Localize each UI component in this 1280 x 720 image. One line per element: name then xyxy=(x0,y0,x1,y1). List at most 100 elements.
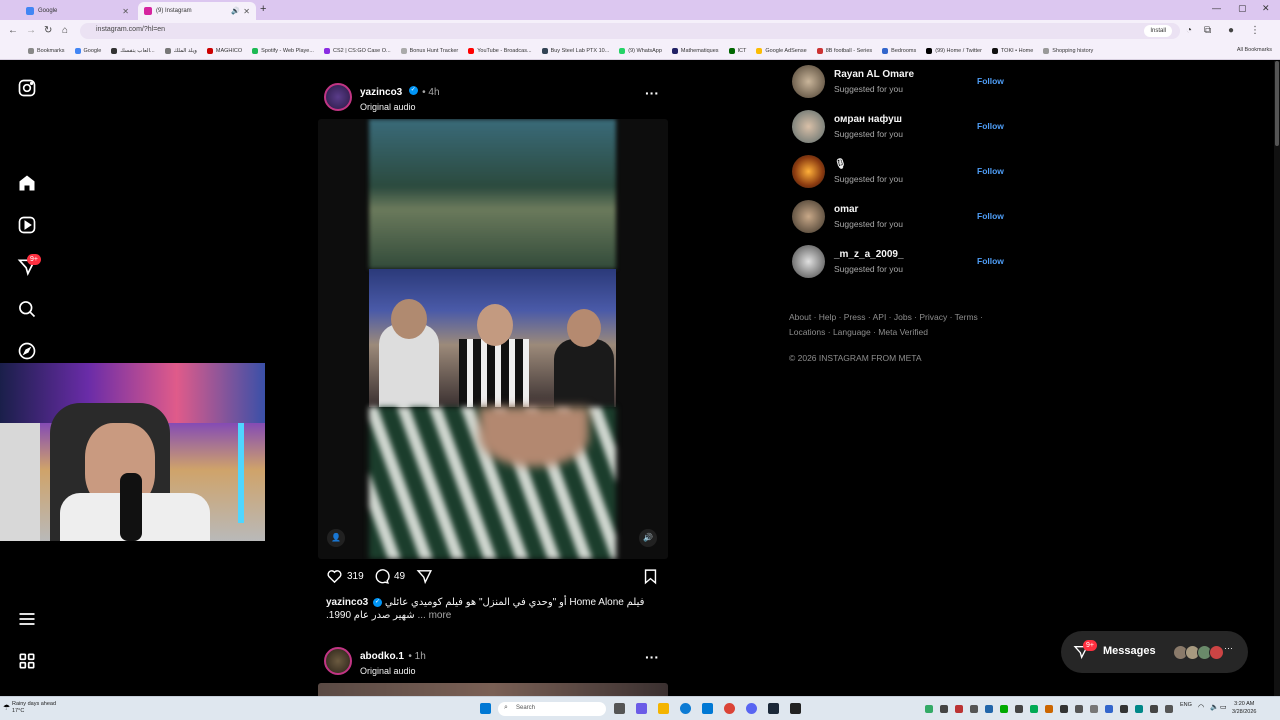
all-bookmarks-button[interactable]: All Bookmarks xyxy=(1237,47,1272,53)
bookmark-item[interactable]: CS2 | CS:GO Case O... xyxy=(323,47,391,54)
bookmark-item[interactable]: (9) WhatsApp xyxy=(619,47,662,54)
input-language[interactable]: ENG xyxy=(1180,702,1192,708)
tray-app-icon[interactable] xyxy=(970,705,978,713)
bookmark-item[interactable]: Bonus Hunt Tracker xyxy=(400,47,458,54)
bookmark-item[interactable]: 8B football - Series xyxy=(816,47,872,54)
bookmark-item[interactable]: ويلد الملك xyxy=(164,47,197,54)
tray-app-icon[interactable] xyxy=(1150,705,1158,713)
task-view-icon[interactable] xyxy=(614,703,625,714)
battery-icon[interactable]: ▭ xyxy=(1220,703,1227,711)
bookmark-item[interactable]: TOKI • Home xyxy=(991,47,1033,54)
edge-icon[interactable] xyxy=(680,703,691,714)
caption-username[interactable]: yazinco3 xyxy=(326,597,368,608)
app-icon[interactable] xyxy=(790,703,801,714)
install-app-button[interactable]: Install xyxy=(1144,25,1172,37)
discord-icon[interactable] xyxy=(746,703,757,714)
tab-instagram[interactable]: (9) Instagram 🔊 ✕ xyxy=(138,2,256,20)
bookmark-item[interactable]: (99) Home / Twitter xyxy=(926,47,982,54)
tray-app-icon[interactable] xyxy=(1165,705,1173,713)
caption-more-link[interactable]: ... more xyxy=(417,610,451,621)
close-tab-icon[interactable]: ✕ xyxy=(243,7,250,16)
bookmark-item[interactable]: YouTube - Broadcas... xyxy=(468,47,532,54)
bookmark-item[interactable]: MAGHICO xyxy=(206,47,242,54)
url-field[interactable]: instagram.com/?hl=en Install xyxy=(80,23,1180,39)
extensions-icon[interactable]: ⧉ xyxy=(1204,25,1211,36)
wifi-icon[interactable]: ◠ xyxy=(1198,703,1204,711)
scrollbar-thumb[interactable] xyxy=(1275,61,1279,146)
file-explorer-icon[interactable] xyxy=(658,703,669,714)
steam-icon[interactable] xyxy=(768,703,779,714)
bookmark-item[interactable]: العاب بنفسك... xyxy=(111,47,155,54)
tray-app-icon[interactable] xyxy=(1015,705,1023,713)
avatar[interactable] xyxy=(324,83,352,111)
back-button[interactable]: ← xyxy=(8,25,18,36)
tray-app-icon[interactable] xyxy=(925,705,933,713)
bookmark-item[interactable]: Google xyxy=(74,47,101,54)
home-icon[interactable] xyxy=(17,173,37,193)
follow-button[interactable]: Follow xyxy=(977,121,1004,131)
post-video[interactable] xyxy=(318,683,668,696)
weather-widget[interactable]: Rainy days ahead 17°C xyxy=(12,701,56,715)
suggestion-name[interactable]: омран нафуш xyxy=(834,114,902,125)
close-tab-icon[interactable]: ✕ xyxy=(122,7,129,16)
system-clock[interactable]: 3:20 AM 3/28/2026 xyxy=(1232,700,1256,716)
follow-button[interactable]: Follow xyxy=(977,256,1004,266)
audio-control-icon[interactable]: ◔ xyxy=(1186,25,1192,36)
profile-avatar-icon[interactable]: ● xyxy=(1228,25,1234,36)
tray-app-icon[interactable] xyxy=(1090,705,1098,713)
save-button[interactable] xyxy=(642,568,659,585)
forward-button[interactable]: → xyxy=(26,25,36,36)
tray-app-icon[interactable] xyxy=(985,705,993,713)
store-icon[interactable] xyxy=(702,703,713,714)
bookmark-item[interactable]: Spotify - Web Playe... xyxy=(252,47,314,54)
menu-icon[interactable] xyxy=(17,609,37,629)
browser-menu-icon[interactable]: ⋮ xyxy=(1250,25,1260,36)
avatar[interactable] xyxy=(792,110,825,143)
search-icon[interactable] xyxy=(17,299,37,319)
share-button[interactable] xyxy=(416,568,433,585)
tray-app-icon[interactable] xyxy=(955,705,963,713)
maximize-button[interactable]: ▢ xyxy=(1238,3,1247,14)
explore-icon[interactable] xyxy=(17,341,37,361)
post-username[interactable]: abodko.1 xyxy=(360,651,404,662)
avatar[interactable] xyxy=(324,647,352,675)
tray-app-icon[interactable] xyxy=(1045,705,1053,713)
post-audio[interactable]: Original audio xyxy=(360,666,426,676)
avatar[interactable] xyxy=(792,65,825,98)
more-options-icon[interactable]: ··· xyxy=(645,85,659,101)
avatar[interactable] xyxy=(792,155,825,188)
bookmark-item[interactable]: Buy Steel Lab PTX 10... xyxy=(541,47,609,54)
bookmark-item[interactable]: ICT xyxy=(728,47,746,54)
home-button[interactable]: ⌂ xyxy=(62,25,68,36)
comment-button[interactable]: 49 xyxy=(373,568,405,585)
close-window-button[interactable]: ✕ xyxy=(1262,3,1270,14)
suggestion-name[interactable]: 🎙 xyxy=(834,159,847,170)
messages-button[interactable]: 9+ Messages ··· xyxy=(1061,631,1248,673)
tray-app-icon[interactable] xyxy=(1105,705,1113,713)
chrome-icon[interactable] xyxy=(724,703,735,714)
suggestion-name[interactable]: Rayan AL Omare xyxy=(834,69,914,80)
copilot-icon[interactable] xyxy=(636,703,647,714)
windows-start-icon[interactable] xyxy=(480,703,491,714)
post-audio[interactable]: Original audio xyxy=(360,102,440,112)
tray-app-icon[interactable] xyxy=(1030,705,1038,713)
tray-app-icon[interactable] xyxy=(1075,705,1083,713)
volume-icon[interactable]: 🔈 xyxy=(1210,703,1219,711)
tagged-people-icon[interactable]: 👤 xyxy=(327,529,345,547)
audio-icon[interactable]: 🔊 xyxy=(231,7,240,15)
sound-toggle-icon[interactable]: 🔊 xyxy=(639,529,657,547)
tray-app-icon[interactable] xyxy=(940,705,948,713)
follow-button[interactable]: Follow xyxy=(977,211,1004,221)
tray-app-icon[interactable] xyxy=(1060,705,1068,713)
like-button[interactable]: 319 xyxy=(326,568,364,585)
post-username[interactable]: yazinco3 xyxy=(360,87,402,98)
avatar[interactable] xyxy=(792,245,825,278)
bookmark-item[interactable]: Google AdSense xyxy=(756,47,807,54)
tray-app-icon[interactable] xyxy=(1000,705,1008,713)
instagram-logo-icon[interactable] xyxy=(17,78,37,98)
more-apps-icon[interactable] xyxy=(17,651,37,671)
tray-app-icon[interactable] xyxy=(1135,705,1143,713)
more-options-icon[interactable]: ··· xyxy=(645,649,659,665)
bookmark-item[interactable]: Mathematiques xyxy=(671,47,719,54)
bookmark-item[interactable]: Bookmarks xyxy=(28,47,65,54)
